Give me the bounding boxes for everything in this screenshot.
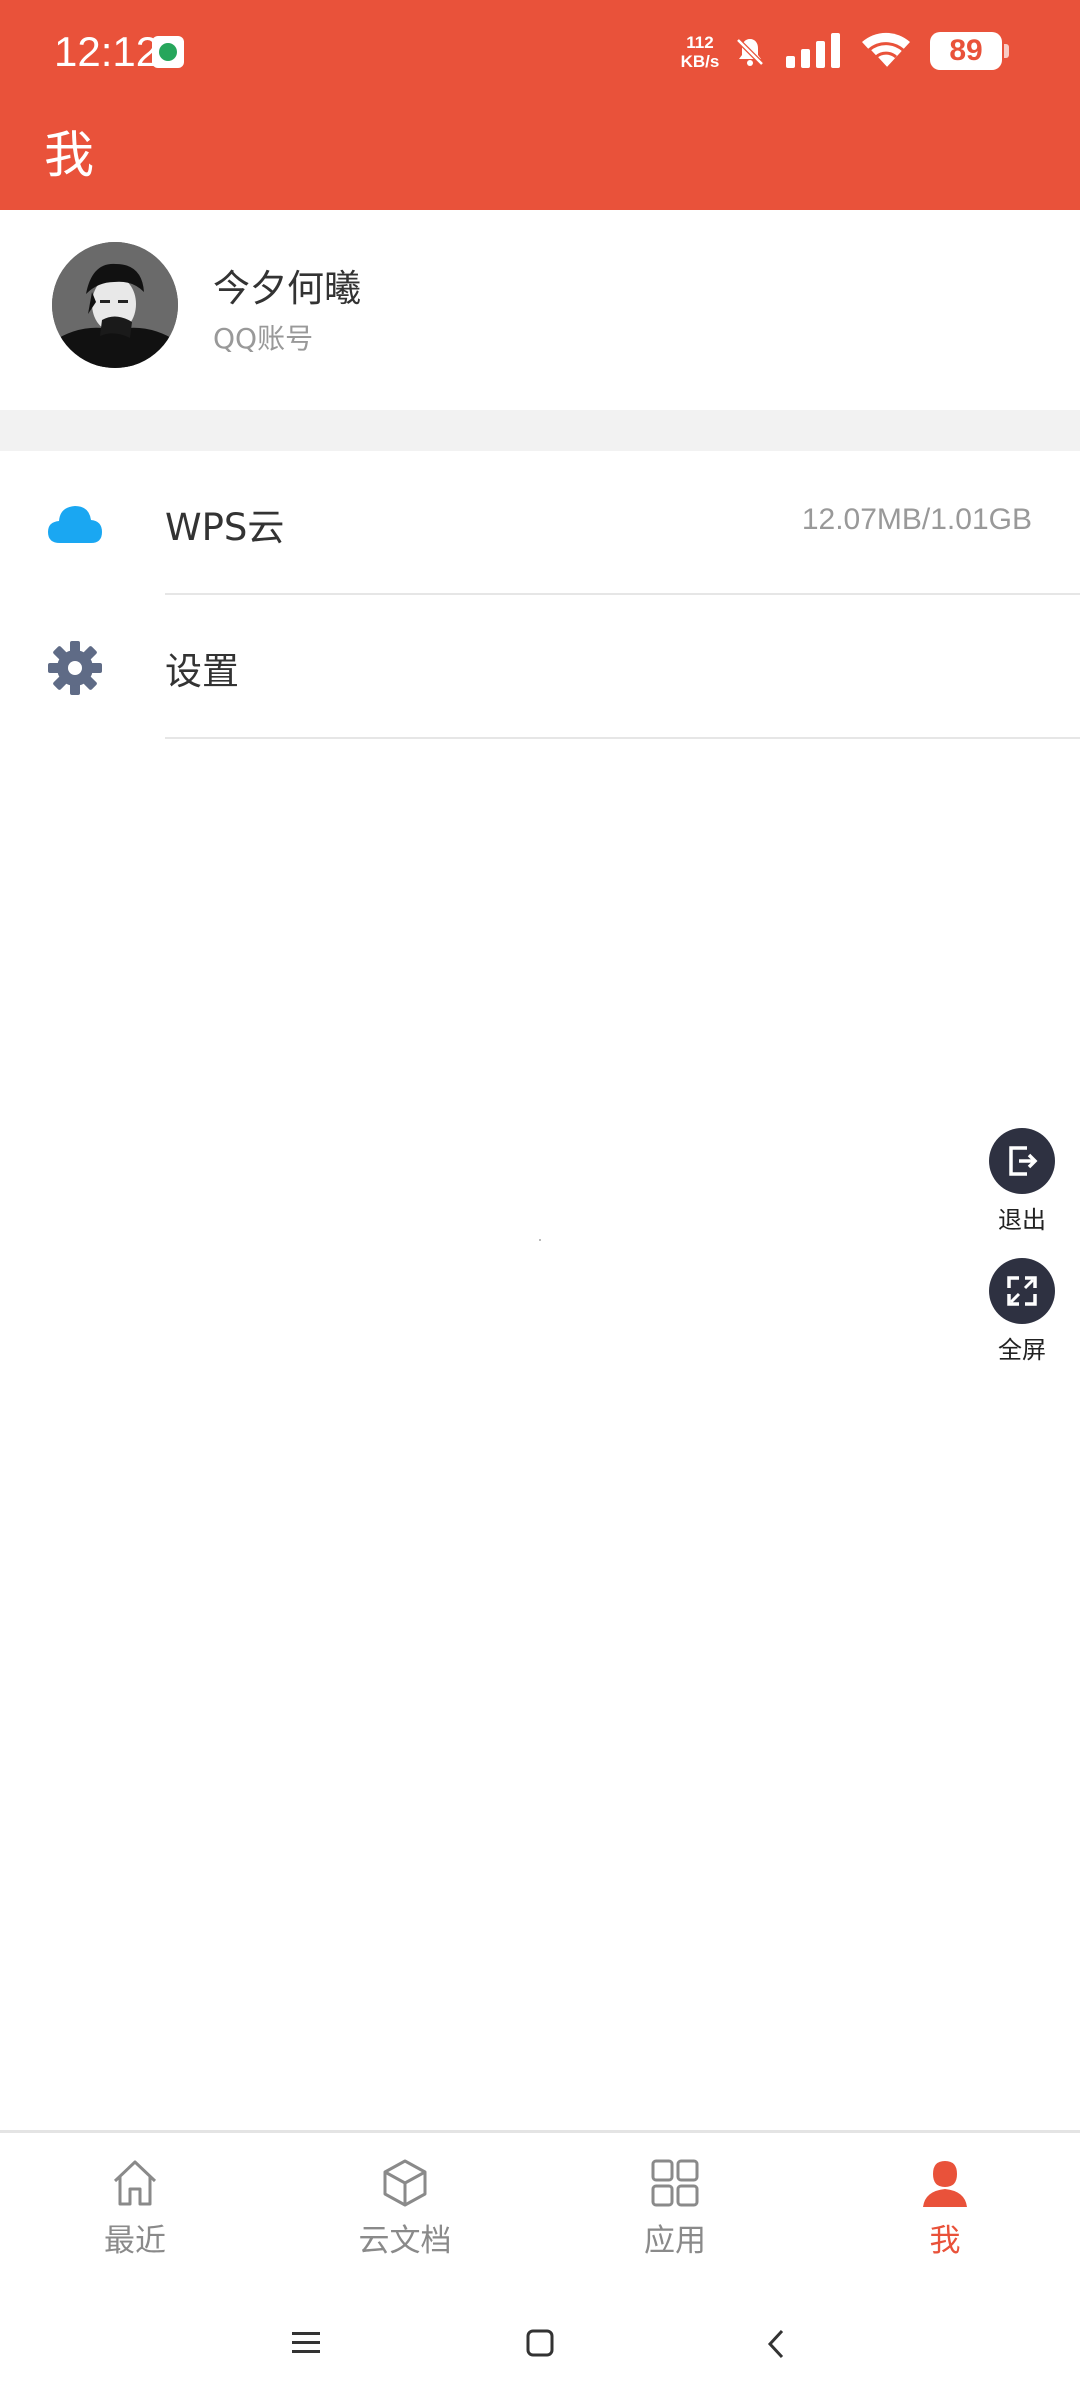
back-icon[interactable]	[764, 2328, 788, 2360]
home-icon	[113, 2160, 157, 2206]
exit-icon	[1009, 1146, 1038, 1176]
tab-label: 我	[929, 2223, 961, 2259]
system-nav-bar	[0, 2270, 1080, 2400]
status-time: 12:12	[54, 28, 160, 75]
menu-item-wps-cloud[interactable]: WPS云 12.07MB/1.01GB	[0, 451, 1080, 595]
network-speed: 112 KB/s	[672, 33, 728, 71]
fullscreen-icon	[1007, 1276, 1037, 1306]
tab-label: 最近	[104, 2223, 166, 2259]
cloud-icon	[48, 506, 102, 543]
wifi-icon	[862, 32, 910, 70]
profile-card[interactable]: 今夕何曦 QQ账号	[0, 210, 1080, 410]
gear-icon	[48, 641, 102, 695]
exit-label[interactable]: 退出	[975, 1200, 1069, 1235]
tab-apps[interactable]: 应用	[575, 2133, 775, 2270]
fullscreen-button[interactable]	[989, 1258, 1055, 1324]
exit-button[interactable]	[989, 1128, 1055, 1194]
menu-item-settings[interactable]: 设置	[0, 595, 1080, 739]
tab-recent[interactable]: 最近	[35, 2133, 235, 2270]
app-notification-icon	[152, 36, 184, 68]
header: 我	[0, 105, 1080, 210]
tab-label: 云文档	[358, 2223, 452, 2259]
battery-icon: 89	[930, 32, 1002, 70]
cube-icon	[383, 2159, 427, 2207]
menu-item-label: 设置	[165, 650, 239, 693]
menu-icon[interactable]	[290, 2330, 322, 2356]
home-button-icon[interactable]	[525, 2328, 555, 2358]
account-type: QQ账号	[213, 322, 314, 355]
storage-usage: 12.07MB/1.01GB	[801, 503, 1032, 536]
grid-icon	[651, 2159, 699, 2207]
tab-me[interactable]: 我	[845, 2133, 1045, 2270]
bell-muted-icon	[736, 38, 764, 66]
status-bar: 12:12 112 KB/s 89	[0, 0, 1080, 105]
tab-label: 应用	[644, 2223, 706, 2259]
signal-icon	[786, 33, 840, 68]
network-speed-value: 112	[686, 33, 714, 52]
person-icon	[923, 2161, 967, 2207]
fullscreen-label[interactable]: 全屏	[975, 1330, 1069, 1365]
battery-tip	[1004, 44, 1009, 58]
bottom-nav: 最近 云文档 应用 我	[0, 2130, 1080, 2273]
divider	[165, 737, 1080, 739]
tab-cloud-docs[interactable]: 云文档	[305, 2133, 505, 2270]
avatar[interactable]	[52, 242, 178, 368]
network-speed-unit: KB/s	[680, 52, 720, 71]
profile-name: 今夕何曦	[213, 267, 361, 310]
menu-item-label: WPS云	[165, 506, 285, 549]
stray-dot	[539, 1239, 541, 1241]
page-title: 我	[44, 126, 94, 184]
section-divider	[0, 410, 1080, 451]
